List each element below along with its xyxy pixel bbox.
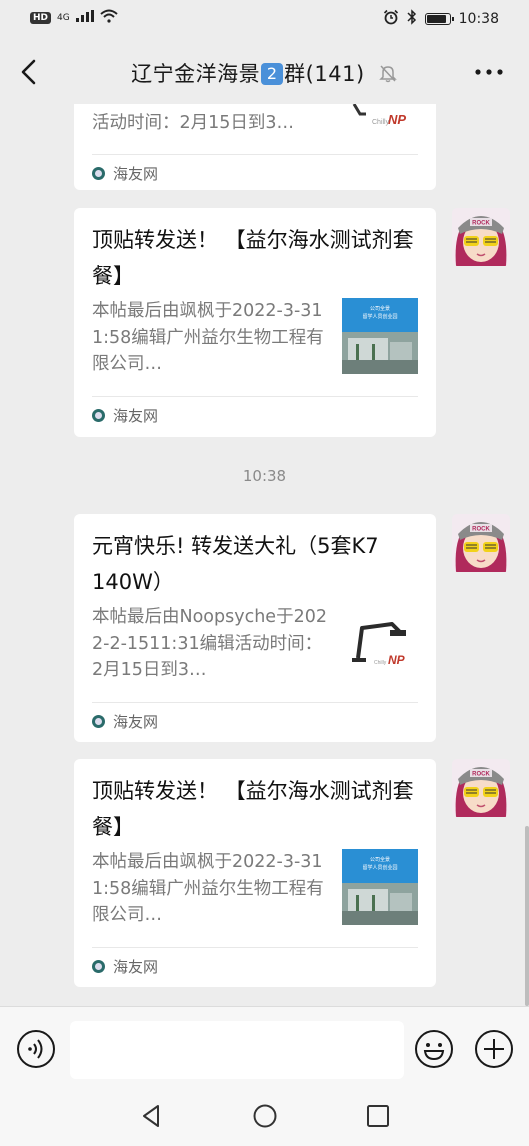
svg-text:留学人员创业园: 留学人员创业园 (362, 313, 397, 320)
avatar-image: ROCK (452, 514, 510, 572)
card-description: 本帖最后由飒枫于2022-3-311:58编辑广州益尔生物工程有限公司… (92, 301, 324, 374)
avatar-image: ROCK (452, 208, 510, 266)
link-card-message[interactable]: 活动时间：2月15日到3… Chilly NP 海友网 (74, 104, 436, 190)
thumb-brand-text: NP (388, 653, 406, 667)
more-dots-icon (475, 69, 503, 75)
card-title: 顶贴转发送！ 【益尔海水测试剂套餐】 (92, 779, 414, 839)
signal-icon (75, 10, 94, 26)
emoji-button[interactable] (414, 1029, 454, 1069)
system-navigation-bar (0, 1086, 529, 1146)
voice-icon (17, 1030, 55, 1068)
svg-text:Chilly: Chilly (372, 119, 390, 126)
mute-bell-icon (378, 63, 398, 88)
card-title: 元宵快乐! 转发送大礼（5套K7 140W） (92, 534, 379, 594)
chat-title-number-badge: 2 (261, 63, 284, 85)
link-card-message[interactable]: 元宵快乐! 转发送大礼（5套K7 140W） 本帖最后由Noopsyche于20… (74, 514, 436, 742)
thumb-brand-text: NP (388, 112, 406, 127)
link-card-message[interactable]: 顶贴转发送！ 【益尔海水测试剂套餐】 本帖最后由飒枫于2022-3-311:58… (74, 759, 436, 987)
status-bar: HD 4G 10:38 (0, 0, 529, 36)
emoji-icon (415, 1030, 453, 1068)
card-description: 本帖最后由Noopsyche于2022-2-1511:31编辑活动时间：2月15… (92, 607, 327, 680)
link-card-message[interactable]: 顶贴转发送！ 【益尔海水测试剂套餐】 本帖最后由飒枫于2022-3-311:58… (74, 208, 436, 437)
message-timestamp: 10:38 (242, 467, 287, 485)
card-thumbnail: Chilly NP (342, 104, 418, 144)
svg-text:Chilly: Chilly (374, 660, 387, 666)
svg-text:公司全景: 公司全景 (370, 856, 390, 863)
sender-avatar[interactable]: ROCK (452, 759, 510, 817)
svg-text:ROCK: ROCK (472, 772, 490, 778)
alarm-icon (383, 9, 399, 29)
card-description: 活动时间：2月15日到3… (92, 113, 295, 133)
card-thumbnail: 公司全景 留学人员创业园 (342, 849, 418, 925)
wifi-icon (100, 9, 118, 27)
nav-home-button[interactable] (251, 1102, 279, 1130)
site-logo-icon (92, 166, 105, 180)
card-source: 海友网 (92, 396, 418, 433)
nav-home-icon (253, 1104, 277, 1128)
card-source: 海友网 (92, 702, 418, 739)
voice-button[interactable] (16, 1029, 56, 1069)
card-thumbnail: Chilly NP (342, 604, 418, 680)
network-type: 4G (57, 13, 70, 23)
battery-icon (424, 13, 454, 25)
card-thumbnail: 公司全景 留学人员创业园 (342, 298, 418, 374)
source-site-name: 海友网 (113, 164, 159, 183)
more-functions-button[interactable] (474, 1029, 514, 1069)
card-source: 海友网 (92, 947, 418, 984)
nav-recent-icon (367, 1105, 389, 1127)
nav-back-icon (143, 1105, 159, 1127)
chat-title-text-b: 群(141) (284, 62, 365, 86)
nav-back-button[interactable] (138, 1102, 166, 1130)
source-site-name: 海友网 (113, 957, 159, 976)
message-input-bar (0, 1006, 529, 1087)
chat-title: 辽宁金洋海景 2 群(141) (0, 58, 529, 88)
status-time: 10:38 (458, 11, 499, 27)
more-options-button[interactable] (471, 60, 507, 84)
source-site-name: 海友网 (113, 406, 159, 425)
card-source: 海友网 (92, 154, 418, 191)
nav-recent-button[interactable] (364, 1102, 392, 1130)
svg-text:公司全景: 公司全景 (370, 305, 390, 312)
site-logo-icon (92, 714, 105, 728)
svg-text:留学人员创业园: 留学人员创业园 (362, 864, 397, 871)
sender-avatar[interactable]: ROCK (452, 208, 510, 266)
card-title: 顶贴转发送！ 【益尔海水测试剂套餐】 (92, 228, 414, 288)
site-logo-icon (92, 408, 105, 422)
scrollbar-thumb[interactable] (525, 826, 529, 1006)
source-site-name: 海友网 (113, 712, 159, 731)
plus-icon (475, 1030, 513, 1068)
hd-badge: HD (30, 12, 52, 24)
site-logo-icon (92, 959, 105, 973)
chat-header: 辽宁金洋海景 2 群(141) (0, 40, 529, 104)
avatar-image: ROCK (452, 759, 510, 817)
chat-message-list[interactable]: 活动时间：2月15日到3… Chilly NP 海友网 顶贴转发送！ 【益尔海水… (0, 104, 529, 1006)
svg-text:ROCK: ROCK (472, 221, 490, 227)
card-description: 本帖最后由飒枫于2022-3-311:58编辑广州益尔生物工程有限公司… (92, 852, 324, 925)
bluetooth-icon (407, 9, 417, 29)
svg-text:ROCK: ROCK (472, 527, 490, 533)
message-input[interactable] (70, 1021, 404, 1079)
sender-avatar[interactable]: ROCK (452, 514, 510, 572)
chat-title-text-a: 辽宁金洋海景 (131, 62, 261, 86)
